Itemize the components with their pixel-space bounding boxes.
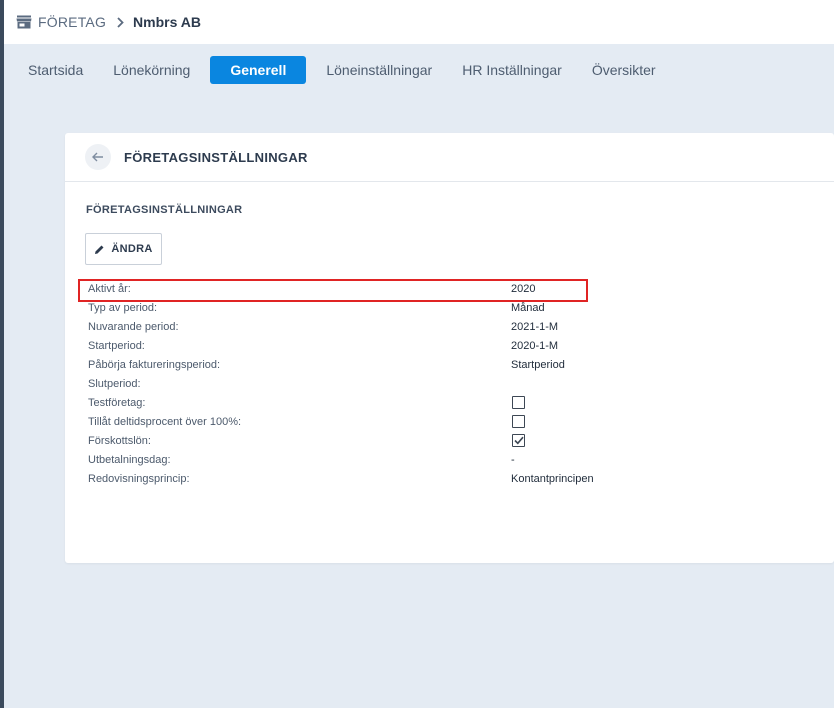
breadcrumb-current: Nmbrs AB (133, 14, 201, 30)
checkmark-icon (513, 436, 524, 445)
page-title: FÖRETAGSINSTÄLLNINGAR (124, 149, 308, 165)
tillat-deltidsprocent-checkbox[interactable] (512, 415, 525, 428)
setting-value: Månad (511, 302, 545, 314)
breadcrumb-root-link[interactable]: FÖRETAG (38, 14, 106, 30)
setting-label: Slutperiod: (88, 378, 141, 390)
highlight-box (78, 279, 588, 302)
setting-label: Påbörja faktureringsperiod: (88, 359, 221, 371)
company-settings-card: FÖRETAGSINSTÄLLNINGAR FÖRETAGSINSTÄLLNIN… (65, 133, 834, 563)
back-button[interactable] (85, 144, 111, 170)
setting-row-startperiod: Startperiod: 2020-1-M (65, 337, 834, 356)
testforetag-checkbox[interactable] (512, 396, 525, 409)
setting-value: - (511, 454, 515, 466)
setting-row-slutperiod: Slutperiod: (65, 375, 834, 394)
setting-row-utbetalningsdag: Utbetalningsdag: - (65, 451, 834, 470)
tab-loneinstallningar[interactable]: Löneinställningar (326, 56, 432, 84)
setting-label: Redovisningsprincip: (88, 473, 190, 485)
setting-label: Startperiod: (88, 340, 145, 352)
tab-lonekorning[interactable]: Lönekörning (113, 56, 190, 84)
left-edge-strip (0, 0, 4, 708)
chevron-right-icon (117, 16, 124, 28)
tab-generell[interactable]: Generell (210, 56, 307, 84)
edit-button-label: ÄNDRA (111, 243, 153, 255)
section-title: FÖRETAGSINSTÄLLNINGAR (86, 204, 243, 216)
settings-list: Aktivt år: 2020 Typ av period: Månad Nuv… (65, 280, 834, 489)
main-tabs: Startsida Lönekörning Generell Löneinstä… (4, 44, 834, 96)
setting-value: Kontantprincipen (511, 473, 594, 485)
setting-row-redovisningsprincip: Redovisningsprincip: Kontantprincipen (65, 470, 834, 489)
setting-row-tillat-deltidsprocent: Tillåt deltidsprocent över 100%: (65, 413, 834, 432)
tab-oversikter[interactable]: Översikter (592, 56, 656, 84)
setting-label: Tillåt deltidsprocent över 100%: (88, 416, 242, 428)
store-icon (16, 15, 32, 29)
card-header: FÖRETAGSINSTÄLLNINGAR (65, 133, 834, 182)
setting-row-forskottslon: Förskottslön: (65, 432, 834, 451)
edit-button[interactable]: ÄNDRA (85, 233, 162, 265)
setting-row-testforetag: Testföretag: (65, 394, 834, 413)
setting-row-nuvarande-period: Nuvarande period: 2021-1-M (65, 318, 834, 337)
setting-label: Utbetalningsdag: (88, 454, 171, 466)
setting-value: Startperiod (511, 359, 565, 371)
forskottslon-checkbox[interactable] (512, 434, 525, 447)
setting-value: 2020-1-M (511, 340, 559, 352)
setting-value: 2021-1-M (511, 321, 559, 333)
tab-startsida[interactable]: Startsida (28, 56, 83, 84)
tab-hr-installningar[interactable]: HR Inställningar (462, 56, 562, 84)
setting-label: Testföretag: (88, 397, 146, 409)
setting-label: Förskottslön: (88, 435, 151, 447)
setting-row-paborja-faktureringsperiod: Påbörja faktureringsperiod: Startperiod (65, 356, 834, 375)
pencil-icon (94, 244, 105, 255)
arrow-left-icon (92, 152, 104, 162)
setting-label: Typ av period: (88, 302, 158, 314)
setting-label: Nuvarande period: (88, 321, 179, 333)
breadcrumb: FÖRETAG Nmbrs AB (4, 0, 834, 44)
